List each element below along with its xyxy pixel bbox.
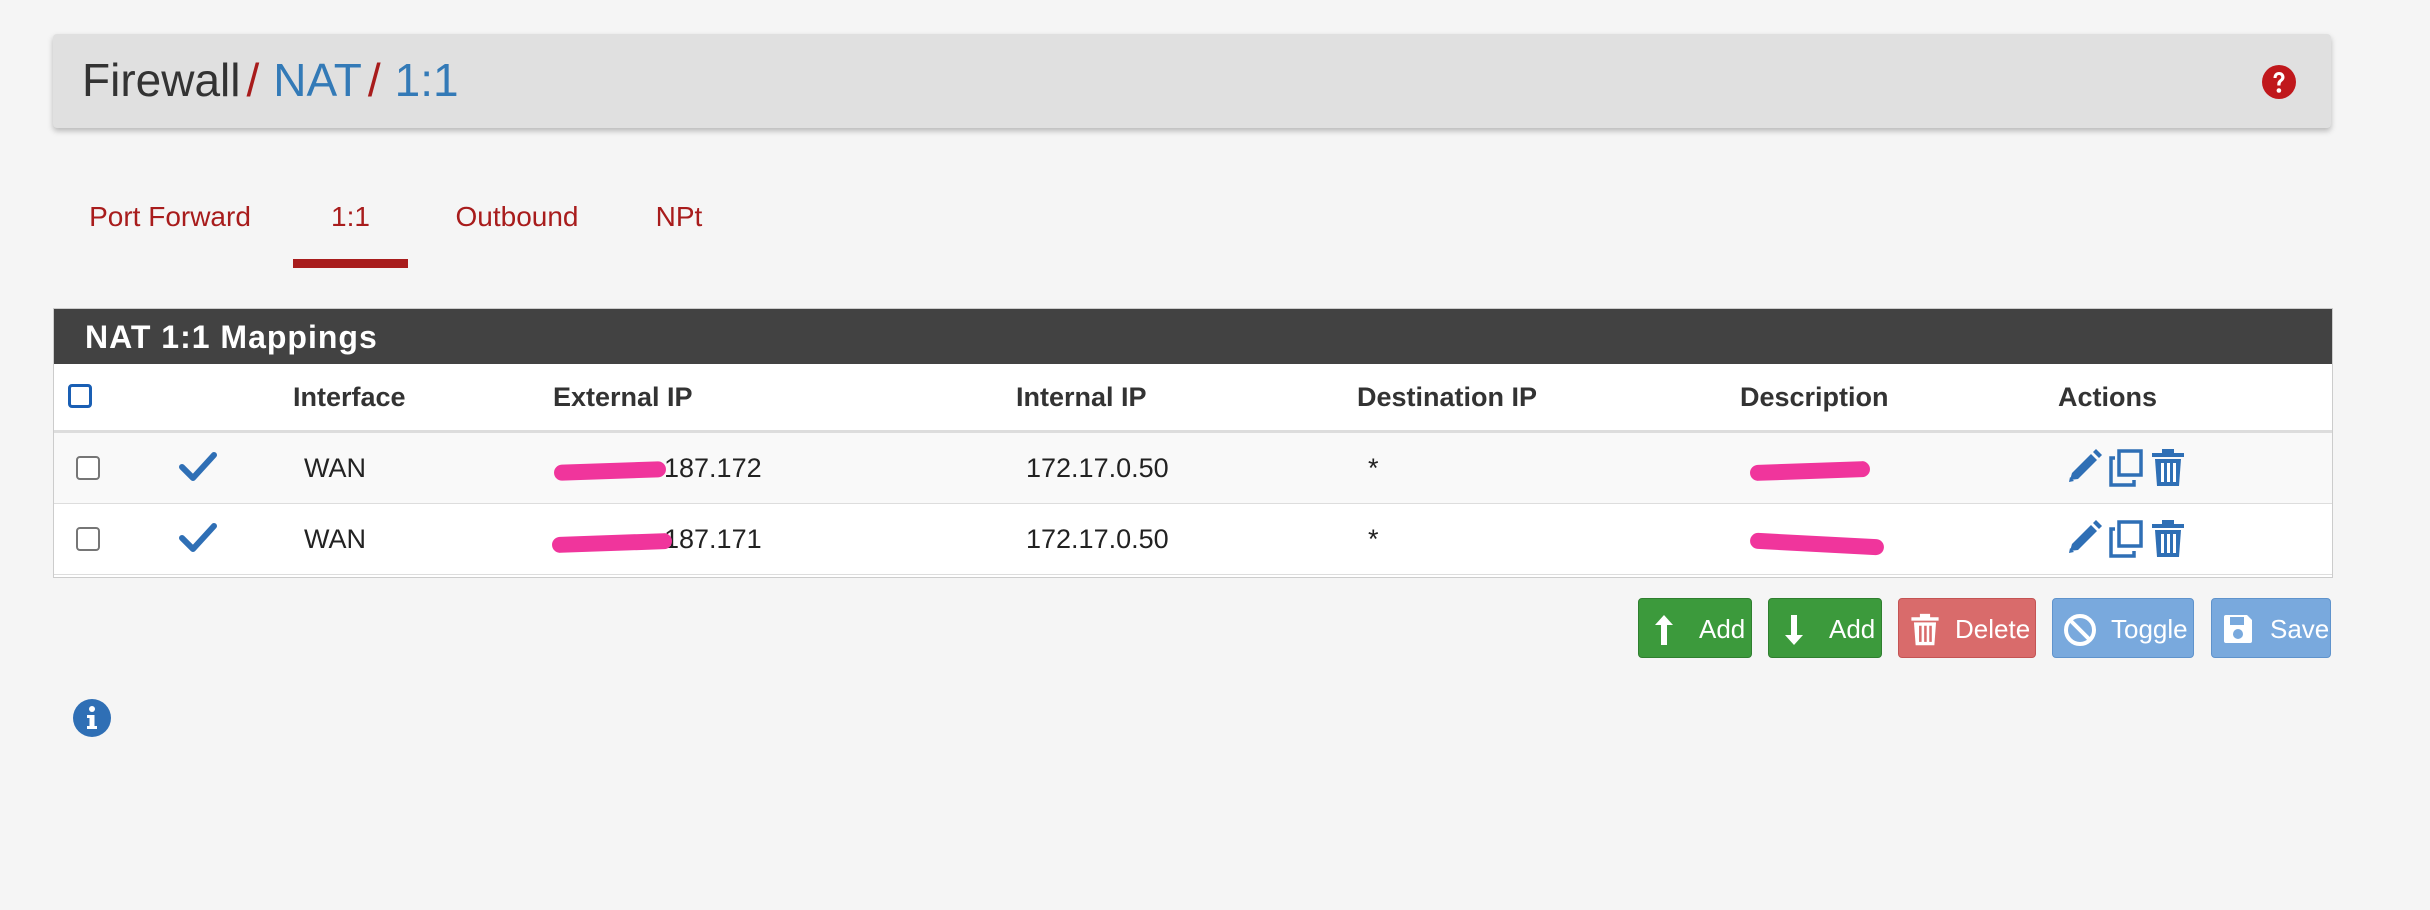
cell-destination-ip: * <box>1368 524 1379 554</box>
delete-button[interactable]: Delete <box>1898 598 2036 658</box>
add-bottom-label: Add <box>1829 614 1876 644</box>
save-label: Save <box>2270 614 2330 644</box>
add-bottom-button[interactable]: Add <box>1768 598 1882 658</box>
redaction-mark <box>1749 532 1885 556</box>
col-internal-ip: Internal IP <box>1016 382 1147 412</box>
redaction-mark <box>553 461 667 481</box>
breadcrumb-bar: Firewall / NAT/1:1 <box>53 34 2331 128</box>
cell-external-ip: 187.171 <box>664 524 762 554</box>
cell-interface: WAN <box>304 524 366 554</box>
copy-icon[interactable] <box>2108 519 2144 559</box>
cell-internal-ip: 172.17.0.50 <box>1026 453 1169 483</box>
check-icon[interactable] <box>179 448 217 486</box>
check-icon[interactable] <box>179 519 217 557</box>
row-checkbox[interactable] <box>76 456 100 480</box>
arrow-down-icon <box>1785 615 1803 645</box>
breadcrumb-firewall: Firewall <box>82 54 241 106</box>
table-row: WAN 187.172 172.17.0.50 * <box>54 433 2332 504</box>
cell-interface: WAN <box>304 453 366 483</box>
toggle-label: Toggle <box>2111 614 2188 644</box>
info-circle-icon[interactable] <box>72 698 112 738</box>
col-destination-ip: Destination IP <box>1357 382 1538 412</box>
cell-destination-ip: * <box>1368 453 1379 483</box>
select-all-checkbox[interactable] <box>68 384 92 408</box>
pencil-icon[interactable] <box>2066 519 2102 559</box>
arrow-up-icon <box>1655 615 1673 645</box>
redaction-mark <box>1749 460 1871 482</box>
table-row: WAN 187.171 172.17.0.50 * <box>54 504 2332 575</box>
col-external-ip: External IP <box>553 382 693 412</box>
trash-icon[interactable] <box>2150 519 2186 559</box>
col-interface: Interface <box>293 382 406 412</box>
tab-npt[interactable]: NPt <box>623 190 735 268</box>
breadcrumb-nat-link[interactable]: NAT <box>273 54 362 106</box>
trash-icon <box>1911 613 1939 646</box>
trash-icon[interactable] <box>2150 448 2186 488</box>
tab-outbound[interactable]: Outbound <box>433 190 601 268</box>
table-header: Interface External IP Internal IP Destin… <box>54 364 2332 433</box>
breadcrumb-separator: / <box>367 54 381 106</box>
breadcrumb-1to1-link[interactable]: 1:1 <box>395 54 459 106</box>
floppy-disk-icon <box>2224 615 2252 643</box>
breadcrumb: Firewall / NAT/1:1 <box>82 52 459 108</box>
row-checkbox[interactable] <box>76 527 100 551</box>
save-button[interactable]: Save <box>2211 598 2331 658</box>
delete-label: Delete <box>1955 614 2031 644</box>
copy-icon[interactable] <box>2108 448 2144 488</box>
pencil-icon[interactable] <box>2066 448 2102 488</box>
cell-external-ip: 187.172 <box>664 453 762 483</box>
add-top-button[interactable]: Add <box>1638 598 1752 658</box>
breadcrumb-separator: / <box>246 54 260 106</box>
cell-internal-ip: 172.17.0.50 <box>1026 524 1169 554</box>
tab-1to1[interactable]: 1:1 <box>293 190 408 268</box>
panel-title: NAT 1:1 Mappings <box>54 309 2332 364</box>
col-description: Description <box>1740 382 1889 412</box>
tab-port-forward[interactable]: Port Forward <box>53 190 287 268</box>
nat-mappings-panel: NAT 1:1 Mappings Interface External IP I… <box>53 308 2333 578</box>
toggle-button[interactable]: Toggle <box>2052 598 2194 658</box>
question-circle-icon[interactable] <box>2261 64 2297 100</box>
redaction-mark <box>551 532 673 554</box>
col-actions: Actions <box>2058 382 2158 412</box>
add-top-label: Add <box>1699 614 1746 644</box>
ban-icon <box>2064 614 2096 646</box>
